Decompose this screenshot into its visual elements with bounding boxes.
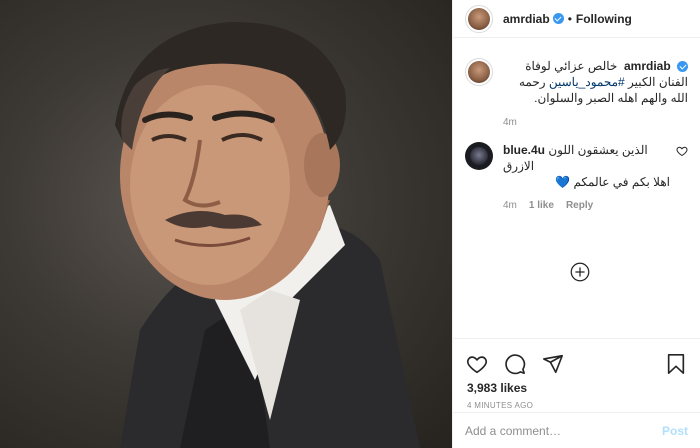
post-photo[interactable] (0, 0, 452, 448)
comment-line-2: اهلا بكم في عالمكم 💙 (503, 174, 670, 190)
profile-avatar[interactable] (465, 4, 493, 33)
header-separator: • (567, 11, 572, 26)
comments-section: amrdiab خالص عزائي لوفاة الفنان الكبير #… (453, 48, 700, 338)
avatar-image (470, 147, 488, 165)
post-sidebar: amrdiab • Following amrdiab خالص عزائي ل… (452, 0, 700, 448)
comment-input[interactable] (465, 423, 662, 438)
avatar-image (468, 7, 490, 30)
following-button[interactable]: Following (576, 12, 632, 26)
bookmark-icon[interactable] (664, 352, 688, 376)
load-more-comments-icon[interactable] (570, 262, 590, 282)
commenter-avatar[interactable] (465, 142, 493, 170)
caption-time[interactable]: 4m (503, 117, 688, 128)
post-actions: 3,983 likes 4 MINUTES AGO (453, 338, 700, 410)
post-comment-button[interactable]: Post (662, 424, 688, 438)
comment-line-1: blue.4u الذين يعشقون اللون الازرق (503, 142, 670, 174)
comment-time[interactable]: 4m (503, 200, 517, 211)
comment-username[interactable]: blue.4u (503, 143, 545, 157)
reply-button[interactable]: Reply (566, 200, 593, 211)
share-paper-plane-icon[interactable] (541, 352, 565, 376)
comment-like-heart-icon[interactable] (676, 145, 688, 157)
caption-username[interactable]: amrdiab (624, 59, 688, 73)
add-comment-bar: Post (453, 412, 700, 448)
comment-likes[interactable]: 1 like (529, 200, 554, 211)
hashtag-link[interactable]: #محمود_ياسين (549, 75, 625, 89)
comment-body: blue.4u الذين يعشقون اللون الازرق اهلا ب… (503, 142, 670, 211)
comment-meta: 4m 1 like Reply (503, 200, 670, 211)
header-username[interactable]: amrdiab (503, 12, 550, 26)
caption-avatar[interactable] (465, 58, 493, 86)
comment-row: blue.4u الذين يعشقون اللون الازرق اهلا ب… (465, 142, 688, 211)
post-header: amrdiab • Following (453, 0, 700, 38)
like-heart-icon[interactable] (465, 352, 489, 376)
caption-row: amrdiab خالص عزائي لوفاة الفنان الكبير #… (465, 58, 688, 128)
verified-badge-icon (552, 13, 564, 24)
portrait-illustration (115, 21, 420, 448)
avatar-image (468, 61, 490, 83)
action-icons (465, 347, 688, 381)
comment-text-2: اهلا بكم في عالمكم 💙 (555, 175, 670, 189)
verified-badge-icon (677, 61, 688, 73)
caption-username-label: amrdiab (623, 59, 671, 73)
caption-body: amrdiab خالص عزائي لوفاة الفنان الكبير #… (503, 58, 688, 128)
instagram-post: amrdiab • Following amrdiab خالص عزائي ل… (0, 0, 700, 448)
post-timestamp: 4 MINUTES AGO (467, 401, 534, 410)
likes-count[interactable]: 3,983 likes (467, 381, 688, 395)
caption-text: amrdiab خالص عزائي لوفاة الفنان الكبير #… (503, 58, 688, 106)
comment-bubble-icon[interactable] (503, 352, 527, 376)
